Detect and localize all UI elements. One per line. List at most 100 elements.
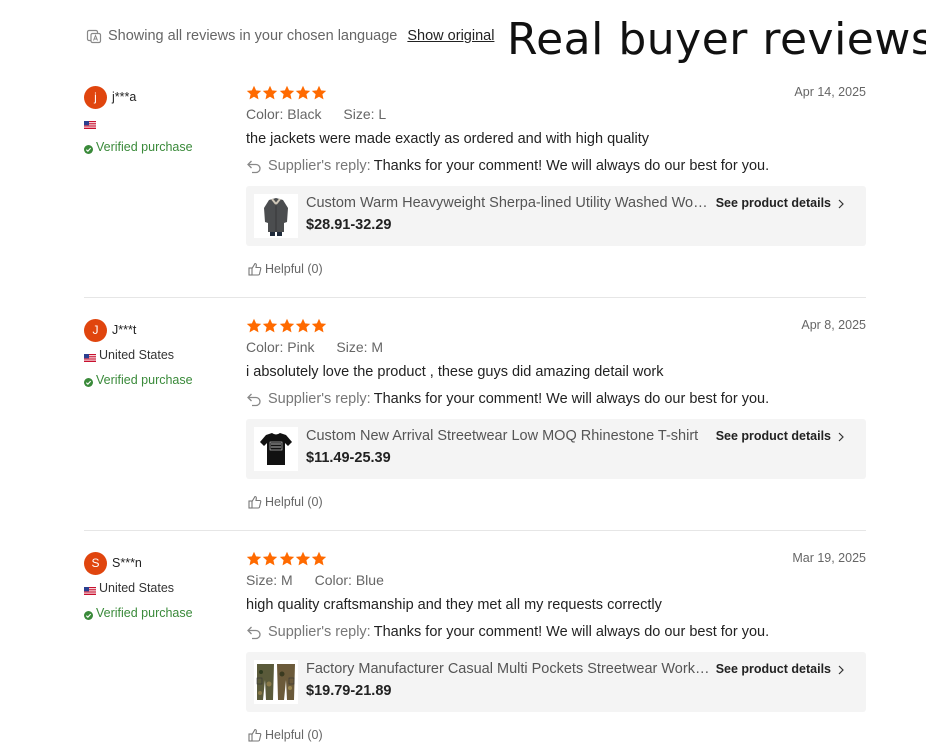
helpful-label: Helpful (0) bbox=[265, 495, 323, 509]
attribute-value: M bbox=[281, 572, 293, 588]
avatar: j bbox=[84, 85, 107, 109]
review-divider bbox=[84, 530, 866, 531]
helpful-label: Helpful (0) bbox=[265, 728, 323, 742]
verified-check-icon bbox=[84, 376, 93, 387]
star-icon bbox=[246, 551, 262, 567]
helpful-button[interactable]: Helpful (0) bbox=[248, 727, 338, 743]
reviewer-name: J***t bbox=[112, 323, 137, 337]
country-name: United States bbox=[99, 348, 175, 362]
order-attributes: Color: Pink Size: M bbox=[246, 339, 866, 357]
review-date: Apr 14, 2025 bbox=[794, 85, 866, 99]
reviewer-country bbox=[84, 114, 234, 130]
see-details-label: See product details bbox=[715, 662, 831, 676]
chevron-right-icon bbox=[836, 664, 846, 675]
chevron-right-icon bbox=[836, 431, 846, 442]
review-comment: high quality craftsmanship and they met … bbox=[246, 597, 662, 613]
reply-arrow-icon bbox=[246, 391, 262, 407]
attribute-value: Pink bbox=[287, 339, 315, 355]
review-body: Mar 19, 2025 Size: M Color: Blue high qu… bbox=[246, 551, 866, 743]
chevron-right-icon bbox=[836, 198, 846, 209]
verified-label: Verified purchase bbox=[96, 140, 193, 154]
helpful-button[interactable]: Helpful (0) bbox=[248, 494, 338, 510]
see-product-details-link[interactable]: See product details bbox=[716, 429, 846, 443]
attribute-value: L bbox=[378, 106, 387, 122]
product-card[interactable]: Custom Warm Heavyweight Sherpa-lined Uti… bbox=[246, 186, 866, 246]
review-comment: the jackets were made exactly as ordered… bbox=[246, 131, 649, 147]
reply-arrow-icon bbox=[246, 624, 262, 640]
attribute-key: Size: bbox=[336, 339, 368, 355]
review-date: Apr 8, 2025 bbox=[801, 318, 866, 332]
review-body: Apr 8, 2025 Color: Pink Size: M i absolu… bbox=[246, 318, 866, 510]
language-notice-bar: Showing all reviews in your chosen langu… bbox=[86, 26, 494, 46]
verified-purchase-badge: Verified purchase bbox=[84, 372, 234, 388]
country-name: United States bbox=[99, 581, 175, 595]
reviewer-name: j***a bbox=[112, 90, 137, 104]
attribute-key: Color: bbox=[314, 572, 352, 588]
product-name: Custom Warm Heavyweight Sherpa-lined Uti… bbox=[306, 195, 711, 211]
star-icon bbox=[295, 551, 311, 567]
star-icon bbox=[279, 318, 295, 334]
star-rating bbox=[246, 85, 866, 101]
star-icon bbox=[279, 85, 295, 101]
star-rating bbox=[246, 551, 866, 567]
attribute-value: Blue bbox=[355, 572, 384, 588]
product-thumbnail bbox=[254, 194, 298, 238]
attribute-key: Color: bbox=[246, 106, 284, 122]
star-icon bbox=[311, 551, 327, 567]
attribute-key: Color: bbox=[246, 339, 284, 355]
attribute-value: M bbox=[371, 339, 384, 355]
attribute-size: Size: L bbox=[343, 106, 386, 122]
us-flag-icon bbox=[84, 584, 96, 595]
see-details-label: See product details bbox=[715, 429, 831, 443]
reply-label: Supplier's reply: bbox=[268, 391, 371, 407]
reviewer-info: J J***t United States Verified purchase bbox=[84, 318, 234, 388]
show-original-link[interactable]: Show original bbox=[407, 28, 494, 44]
attribute-color: Color: Blue bbox=[315, 572, 384, 588]
product-price: $11.49-25.39 bbox=[306, 450, 391, 466]
product-name: Factory Manufacturer Casual Multi Pocket… bbox=[306, 661, 711, 677]
star-icon bbox=[246, 85, 262, 101]
attribute-value: Black bbox=[287, 106, 322, 122]
star-icon bbox=[295, 318, 311, 334]
attribute-color: Color: Pink bbox=[246, 339, 314, 355]
product-thumbnail bbox=[254, 427, 298, 471]
avatar: J bbox=[84, 318, 107, 342]
star-icon bbox=[262, 318, 278, 334]
supplier-reply: Supplier's reply: Thanks for your commen… bbox=[246, 390, 866, 408]
star-icon bbox=[279, 551, 295, 567]
supplier-reply: Supplier's reply: Thanks for your commen… bbox=[246, 623, 866, 641]
attribute-size: Size: M bbox=[246, 572, 293, 588]
product-card[interactable]: Factory Manufacturer Casual Multi Pocket… bbox=[246, 652, 866, 712]
star-icon bbox=[295, 85, 311, 101]
star-icon bbox=[311, 85, 327, 101]
reviewer-info: S S***n United States Verified purchase bbox=[84, 551, 234, 621]
star-icon bbox=[262, 85, 278, 101]
us-flag-icon bbox=[84, 351, 96, 362]
reply-text: Thanks for your comment! We will always … bbox=[373, 624, 770, 640]
product-name: Custom New Arrival Streetwear Low MOQ Rh… bbox=[306, 428, 699, 444]
reviewer-country: United States bbox=[84, 580, 234, 596]
verified-label: Verified purchase bbox=[96, 373, 193, 387]
star-icon bbox=[246, 318, 262, 334]
helpful-label: Helpful (0) bbox=[265, 262, 323, 276]
review-comment: i absolutely love the product , these gu… bbox=[246, 364, 664, 380]
see-details-label: See product details bbox=[715, 196, 831, 210]
reply-text: Thanks for your comment! We will always … bbox=[373, 158, 770, 174]
reply-arrow-icon bbox=[246, 158, 262, 174]
thumbs-up-icon bbox=[248, 728, 262, 742]
avatar: S bbox=[84, 551, 107, 575]
see-product-details-link[interactable]: See product details bbox=[716, 662, 846, 676]
translate-icon bbox=[86, 28, 102, 44]
see-product-details-link[interactable]: See product details bbox=[716, 196, 846, 210]
reply-text: Thanks for your comment! We will always … bbox=[373, 391, 770, 407]
verified-check-icon bbox=[84, 609, 93, 620]
review-body: Apr 14, 2025 Color: Black Size: L the ja… bbox=[246, 85, 866, 277]
product-card[interactable]: Custom New Arrival Streetwear Low MOQ Rh… bbox=[246, 419, 866, 479]
star-icon bbox=[262, 551, 278, 567]
overlay-title: Real buyer reviews bbox=[507, 14, 926, 65]
review-divider bbox=[84, 297, 866, 298]
verified-label: Verified purchase bbox=[96, 606, 193, 620]
helpful-button[interactable]: Helpful (0) bbox=[248, 261, 338, 277]
reviewer-info: j j***a Verified purchase bbox=[84, 85, 234, 155]
star-rating bbox=[246, 318, 866, 334]
